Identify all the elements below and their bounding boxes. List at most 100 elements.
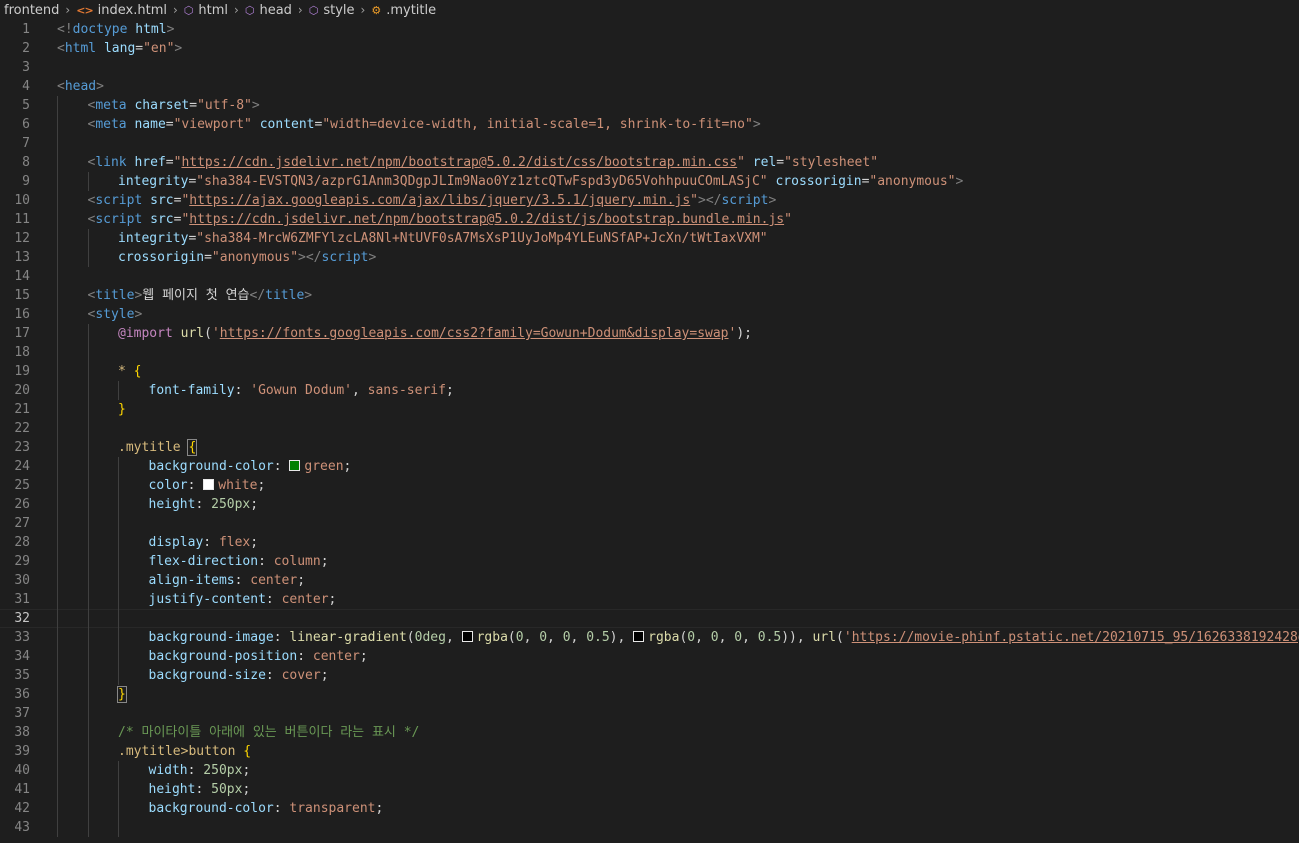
indent-guide: [57, 514, 58, 533]
code-line[interactable]: 31 justify-content: center;: [0, 590, 1299, 609]
line-number: 21: [14, 402, 30, 417]
code-line[interactable]: 11 <script src="https://cdn.jsdelivr.net/…: [0, 210, 1299, 229]
code-token: ": [784, 212, 792, 227]
code-area[interactable]: 1 <!doctype html> 2 <html lang="en"> 3 4 <head…: [0, 20, 1299, 843]
indent-guide: [118, 647, 119, 666]
code-line[interactable]: 37: [0, 704, 1299, 723]
breadcrumb-item[interactable]: ⬡ style: [309, 3, 355, 18]
code-line[interactable]: 33 background-image: linear-gradient(0deg…: [0, 628, 1299, 647]
code-line[interactable]: 2 <html lang="en">: [0, 39, 1299, 58]
line-number: 25: [14, 478, 30, 493]
code-token: content: [259, 117, 315, 132]
code-token: 0: [562, 630, 571, 645]
chevron-right-icon: ›: [297, 3, 303, 17]
code-token: "viewport": [173, 117, 252, 132]
code-token: background-color: [148, 459, 274, 474]
code-token: .mytitle>button: [118, 744, 236, 759]
code-line[interactable]: 27: [0, 514, 1299, 533]
code-line[interactable]: 30 align-items: center;: [0, 571, 1299, 590]
line-content: [57, 134, 1299, 153]
line-number: 34: [14, 649, 30, 664]
code-line[interactable]: 17 @import url('https://fonts.googleapis.…: [0, 324, 1299, 343]
code-token: 0deg: [414, 630, 446, 645]
code-line[interactable]: 24 background-color: green;: [0, 457, 1299, 476]
code-token: lang: [103, 41, 136, 56]
code-line[interactable]: 6 <meta name="viewport" content="width=de…: [0, 115, 1299, 134]
code-line[interactable]: 14: [0, 267, 1299, 286]
code-line[interactable]: 16 <style>: [0, 305, 1299, 324]
breadcrumb-item[interactable]: ⬡ html: [184, 3, 228, 18]
breadcrumb-item[interactable]: ⚙ .mytitle: [371, 3, 436, 18]
code-line[interactable]: 15 <title>웹 페이지 첫 연습</title>: [0, 286, 1299, 305]
color-swatch[interactable]: [461, 631, 473, 642]
code-text: integrity="sha384-MrcW6ZMFYlzcLA8Nl+NtUV…: [118, 231, 768, 246]
code-token: integrity: [118, 231, 189, 246]
code-token: url: [180, 326, 205, 341]
code-text: width: 250px;: [149, 763, 251, 778]
code-token: ': [211, 326, 220, 341]
code-line[interactable]: 10 <script src="https://ajax.googleapis.c…: [0, 191, 1299, 210]
breadcrumb-label: style: [323, 2, 355, 18]
code-line[interactable]: 26 height: 250px;: [0, 495, 1299, 514]
code-line[interactable]: 8 <link href="https://cdn.jsdelivr.net/np…: [0, 153, 1299, 172]
code-line[interactable]: 4 <head>: [0, 77, 1299, 96]
code-line[interactable]: 41 height: 50px;: [0, 780, 1299, 799]
code-token: href: [134, 155, 166, 170]
indent-guide: [87, 647, 89, 666]
code-line[interactable]: 20 font-family: 'Gowun Dodum', sans-serif…: [0, 381, 1299, 400]
code-token: align-items: [148, 573, 235, 588]
code-line[interactable]: 18: [0, 343, 1299, 362]
line-content: background-position: center;: [57, 647, 1299, 666]
line-content: height: 250px;: [57, 495, 1299, 514]
code-line[interactable]: 22: [0, 419, 1299, 438]
breadcrumb-item[interactable]: ⬡ head: [245, 3, 292, 18]
indent-guide: [87, 476, 89, 495]
code-line[interactable]: 19 * {: [0, 362, 1299, 381]
code-line[interactable]: 13 crossorigin="anonymous"></script>: [0, 248, 1299, 267]
code-line[interactable]: 9 integrity="sha384-EVSTQN3/azprG1Anm3QDg…: [0, 172, 1299, 191]
line-content: [57, 419, 1299, 438]
code-line[interactable]: 43: [0, 818, 1299, 837]
code-line[interactable]: 42 background-color: transparent;: [0, 799, 1299, 818]
code-line[interactable]: 35 background-size: cover;: [0, 666, 1299, 685]
code-line[interactable]: 25 color: white;: [0, 476, 1299, 495]
line-content: }: [57, 685, 1299, 704]
code-token: :: [187, 478, 204, 493]
code-token: "width=device-width, initial-scale=1, sh…: [322, 117, 753, 132]
code-line[interactable]: 29 flex-direction: column;: [0, 552, 1299, 571]
line-number: 12: [14, 231, 30, 246]
code-token: :: [234, 383, 251, 398]
cube-icon: ⬡: [308, 3, 319, 17]
line-number: 32: [14, 611, 30, 626]
line-content: <script src="https://ajax.googleapis.com…: [57, 191, 1299, 210]
line-number: 41: [14, 782, 30, 797]
code-line[interactable]: 23 .mytitle {: [0, 438, 1299, 457]
code-text: background-position: center;: [149, 649, 368, 664]
code-token: 0.5: [586, 630, 610, 645]
color-swatch[interactable]: [633, 631, 645, 642]
line-number: 36: [14, 687, 30, 702]
code-line[interactable]: 39 .mytitle>button {: [0, 742, 1299, 761]
code-line[interactable]: 21}: [0, 400, 1299, 419]
code-line[interactable]: 1 <!doctype html>: [0, 20, 1299, 39]
code-line[interactable]: 40 width: 250px;: [0, 761, 1299, 780]
breadcrumb-item[interactable]: <> index.html: [76, 3, 167, 18]
code-token: :: [265, 668, 282, 683]
code-line[interactable]: 34 background-position: center;: [0, 647, 1299, 666]
code-line[interactable]: 12 integrity="sha384-MrcW6ZMFYlzcLA8Nl+Nt…: [0, 229, 1299, 248]
code-line[interactable]: 7: [0, 134, 1299, 153]
color-swatch[interactable]: [289, 460, 301, 471]
line-content: .mytitle {: [57, 438, 1299, 457]
code-line[interactable]: 32: [0, 609, 1299, 628]
code-editor[interactable]: frontend › <> index.html › ⬡ html › ⬡ head › ⬡ style…: [0, 0, 1299, 843]
code-line[interactable]: 28 display: flex;: [0, 533, 1299, 552]
code-line[interactable]: 3: [0, 58, 1299, 77]
breadcrumb-item[interactable]: frontend: [4, 3, 59, 18]
code-line[interactable]: 38 /* 마이타이틀 아래에 있는 버튼이다 라는 표시 */: [0, 723, 1299, 742]
code-line[interactable]: 5 <meta charset="utf-8">: [0, 96, 1299, 115]
code-token: :: [195, 782, 212, 797]
code-line[interactable]: 36}: [0, 685, 1299, 704]
color-swatch[interactable]: [203, 479, 215, 490]
